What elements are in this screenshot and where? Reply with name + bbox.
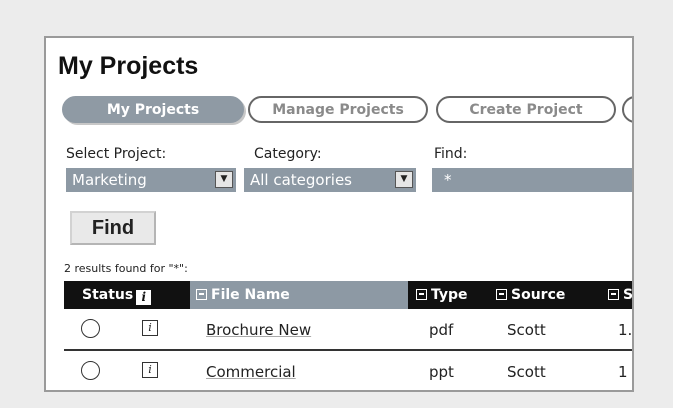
file-type: ppt <box>429 363 454 381</box>
source-header-label: Source <box>511 287 566 303</box>
file-name-column-header[interactable]: File Name <box>190 281 408 309</box>
find-input[interactable]: * <box>432 168 632 192</box>
chevron-down-icon[interactable]: ▼ <box>395 171 413 188</box>
select-radio[interactable] <box>81 361 100 380</box>
info-icon[interactable]: i <box>142 320 158 336</box>
results-count-text: 2 results found for "*": <box>64 262 188 275</box>
size-header-label: S <box>623 287 634 303</box>
type-header-label: Type <box>431 287 468 303</box>
tab-manage-projects[interactable]: Manage Projects <box>248 96 428 123</box>
tab-my-projects[interactable]: My Projects <box>62 96 244 123</box>
info-icon: i <box>136 290 152 305</box>
category-value: All categories <box>250 171 352 189</box>
file-name-link[interactable]: Brochure New <box>206 321 311 339</box>
select-project-dropdown[interactable]: Marketing ▼ <box>66 168 236 192</box>
collapse-icon[interactable] <box>496 289 507 300</box>
collapse-icon[interactable] <box>416 289 427 300</box>
file-source: Scott <box>507 321 546 339</box>
find-button[interactable]: Find <box>70 211 156 245</box>
tab-create-project[interactable]: Create Project <box>436 96 616 123</box>
category-dropdown[interactable]: All categories ▼ <box>244 168 416 192</box>
category-label: Category: <box>254 146 322 162</box>
info-icon[interactable]: i <box>142 362 158 378</box>
select-project-value: Marketing <box>72 171 147 189</box>
table-row[interactable]: i Brochure New pdf Scott 1. <box>64 309 633 351</box>
my-projects-panel: My Projects My Projects Manage Projects … <box>44 36 634 392</box>
collapse-icon[interactable] <box>196 289 207 300</box>
table-row[interactable]: i Commercial ppt Scott 1 <box>64 351 632 390</box>
select-project-label: Select Project: <box>66 146 167 162</box>
file-type: pdf <box>429 321 454 339</box>
file-name-header-label: File Name <box>211 287 290 303</box>
tab-more[interactable] <box>622 96 632 123</box>
file-name-link[interactable]: Commercial <box>206 363 296 381</box>
table-header: Status i File Name Type Source S <box>64 281 634 309</box>
file-size: 1 <box>618 363 628 381</box>
find-label: Find: <box>434 146 468 162</box>
status-header-label: Status <box>82 287 134 303</box>
collapse-icon[interactable] <box>608 289 619 300</box>
chevron-down-icon[interactable]: ▼ <box>215 171 233 188</box>
source-column-header[interactable]: Source <box>496 281 565 309</box>
status-column-header: Status i <box>82 281 152 309</box>
select-radio[interactable] <box>81 319 100 338</box>
page-title: My Projects <box>58 52 199 80</box>
size-column-header[interactable]: S <box>608 281 634 309</box>
file-size: 1. <box>618 321 633 339</box>
type-column-header[interactable]: Type <box>416 281 468 309</box>
file-source: Scott <box>507 363 546 381</box>
